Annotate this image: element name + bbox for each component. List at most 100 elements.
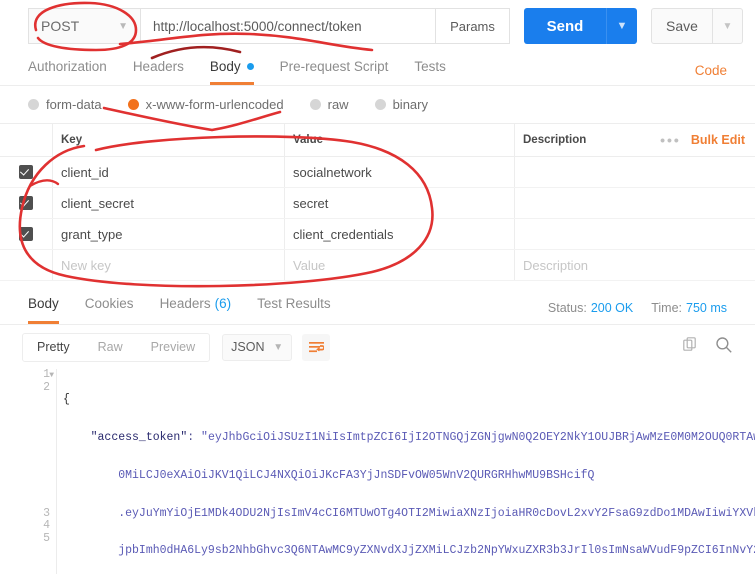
- request-tabs: Authorization Headers Body Pre-request S…: [0, 52, 755, 86]
- row-description[interactable]: [514, 219, 755, 249]
- view-mode-pretty[interactable]: Pretty: [23, 335, 84, 360]
- word-wrap-icon: [308, 341, 324, 352]
- send-label: Send: [546, 17, 584, 35]
- chevron-down-icon: ▼: [273, 341, 284, 353]
- status-badge: 200 OK: [590, 301, 634, 315]
- tab-body[interactable]: Body: [209, 52, 254, 85]
- response-tab-test-results[interactable]: Test Results: [257, 289, 331, 324]
- chevron-down-icon: ▼: [616, 20, 628, 32]
- line-number: 5: [43, 531, 50, 545]
- request-url-bar: POST ▼ http://localhost:5000/connect/tok…: [0, 0, 755, 52]
- row-description[interactable]: [514, 157, 755, 187]
- body-params-table: Key Value Description ••• Bulk Edit clie…: [0, 124, 755, 281]
- row-value[interactable]: secret: [284, 188, 514, 218]
- chevron-down-icon: ▼: [722, 20, 733, 32]
- row-key[interactable]: client_id: [52, 157, 284, 187]
- response-body-viewer[interactable]: 1 ▼ 2 3 4 5 { "access_token": "eyJhbGciOi…: [0, 369, 755, 574]
- json-value-part: jpbImh0dHA6Ly9sb2NhbGhvc3Q6NTAwMC9yZXNvd…: [118, 544, 755, 558]
- row-checkbox[interactable]: [0, 165, 52, 179]
- search-button[interactable]: [715, 336, 733, 359]
- line-number: 1 ▼: [28, 369, 54, 382]
- tab-label: Headers: [132, 58, 184, 74]
- new-key-input[interactable]: New key: [52, 250, 284, 280]
- tab-label: Cookies: [84, 296, 134, 311]
- http-method-selector[interactable]: POST ▼: [28, 8, 140, 44]
- response-tabs: Body Cookies Headers (6) Test Results St…: [0, 289, 755, 325]
- table-header-row: Key Value Description ••• Bulk Edit: [0, 124, 755, 157]
- body-modified-dot-icon: [246, 62, 254, 70]
- row-key[interactable]: client_secret: [52, 188, 284, 218]
- save-button-group: Save ▼: [651, 8, 743, 44]
- table-row[interactable]: client_secret secret: [0, 188, 755, 219]
- view-mode-raw[interactable]: Raw: [84, 335, 137, 360]
- time-label: Time:: [651, 301, 682, 315]
- checkbox-checked-icon: [19, 227, 33, 241]
- response-meta: Status: 200 OK Time: 750 ms: [548, 301, 727, 324]
- code-link-label: Code: [694, 63, 727, 78]
- tab-tests[interactable]: Tests: [414, 52, 446, 85]
- table-row[interactable]: grant_type client_credentials: [0, 219, 755, 250]
- tab-label: Test Results: [257, 296, 331, 311]
- code-line: jpbImh0dHA6Ly9sb2NhbGhvc3Q6NTAwMC9yZXNvd…: [63, 545, 755, 558]
- code-link[interactable]: Code: [695, 63, 727, 85]
- radio-icon: [28, 99, 39, 110]
- tab-label: Headers: [159, 296, 211, 311]
- tab-authorization[interactable]: Authorization: [28, 52, 107, 85]
- radio-x-www-form-urlencoded[interactable]: x-www-form-urlencoded: [127, 97, 284, 112]
- table-new-row[interactable]: New key Value Description: [0, 250, 755, 281]
- tab-label: Body: [209, 58, 241, 74]
- radio-icon: [309, 99, 321, 110]
- header-description: Description: [523, 134, 587, 146]
- response-format-selector[interactable]: JSON ▼: [222, 333, 293, 361]
- response-tab-headers[interactable]: Headers (6): [160, 289, 232, 324]
- copy-button[interactable]: [683, 336, 699, 358]
- radio-icon-selected: [127, 99, 139, 110]
- json-key: "access_token": [90, 430, 188, 444]
- row-description[interactable]: [514, 188, 755, 218]
- send-button-group: Send ▼: [524, 8, 637, 44]
- checkbox-checked-icon: [19, 165, 33, 179]
- postman-window: POST ▼ http://localhost:5000/connect/tok…: [0, 0, 755, 576]
- radio-form-data[interactable]: form-data: [28, 97, 102, 112]
- request-url-value: http://localhost:5000/connect/token: [153, 18, 362, 34]
- tab-label: Authorization: [28, 58, 107, 74]
- tab-label: Tests: [414, 58, 446, 74]
- tab-headers[interactable]: Headers: [133, 52, 184, 85]
- bulk-edit-link[interactable]: Bulk Edit: [691, 133, 755, 147]
- json-value-part: 0MiLCJ0eXAiOiJKV1QiLCJ4NXQiOiJKcFA3YjJnS…: [118, 468, 595, 482]
- word-wrap-button[interactable]: [302, 333, 331, 361]
- response-tab-cookies[interactable]: Cookies: [85, 289, 134, 324]
- status-label: Status:: [547, 301, 587, 315]
- header-value: Value: [284, 124, 514, 156]
- table-row[interactable]: client_id socialnetwork: [0, 157, 755, 188]
- request-url-input[interactable]: http://localhost:5000/connect/token: [140, 8, 436, 44]
- row-checkbox[interactable]: [0, 196, 52, 210]
- save-label: Save: [666, 18, 698, 34]
- send-options-button[interactable]: ▼: [606, 8, 637, 44]
- radio-binary[interactable]: binary: [374, 97, 428, 112]
- response-tab-body[interactable]: Body: [28, 289, 59, 324]
- table-more-options-icon[interactable]: •••: [660, 132, 691, 148]
- params-button[interactable]: Params: [436, 8, 510, 44]
- code-line: 0MiLCJ0eXAiOiJKV1QiLCJ4NXQiOiJKcFA3YjJnS…: [63, 468, 755, 483]
- row-key[interactable]: grant_type: [52, 219, 284, 249]
- response-tools: [683, 336, 733, 359]
- new-value-input[interactable]: Value: [284, 250, 514, 280]
- send-button[interactable]: Send: [524, 8, 606, 44]
- row-value[interactable]: client_credentials: [284, 219, 514, 249]
- radio-label: raw: [327, 97, 349, 112]
- tab-pre-request-script[interactable]: Pre-request Script: [280, 52, 389, 85]
- row-value[interactable]: socialnetwork: [284, 157, 514, 187]
- tab-label: Body: [28, 296, 59, 311]
- header-key: Key: [52, 124, 284, 156]
- view-mode-preview[interactable]: Preview: [137, 335, 209, 360]
- radio-label: form-data: [46, 97, 102, 112]
- save-options-button[interactable]: ▼: [713, 8, 743, 44]
- row-checkbox[interactable]: [0, 227, 52, 241]
- radio-raw[interactable]: raw: [309, 97, 349, 112]
- code-line: {: [63, 393, 70, 407]
- line-number-gutter: 1 ▼ 2 3 4 5: [28, 369, 57, 574]
- new-description-input[interactable]: Description: [514, 250, 755, 280]
- save-button[interactable]: Save: [651, 8, 713, 44]
- view-mode-group: Pretty Raw Preview: [22, 332, 211, 362]
